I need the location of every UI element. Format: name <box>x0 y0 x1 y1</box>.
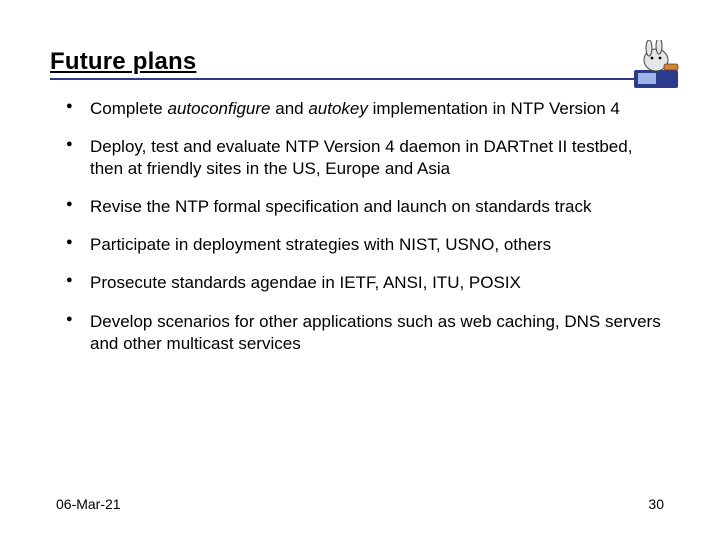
bullet-item: Prosecute standards agendae in IETF, ANS… <box>66 272 670 294</box>
bullet-text: Develop scenarios for other applications… <box>90 312 661 353</box>
title-row: Future plans <box>50 48 670 80</box>
bullet-item: Develop scenarios for other applications… <box>66 311 670 355</box>
bullet-em: autokey <box>308 99 368 118</box>
slide: Future plans Complete autoconfigure and … <box>0 0 720 540</box>
bullet-text: Participate in deployment strategies wit… <box>90 235 551 254</box>
bullet-text: Prosecute standards agendae in IETF, ANS… <box>90 273 521 292</box>
bullet-list: Complete autoconfigure and autokey imple… <box>50 98 670 355</box>
bullet-item: Deploy, test and evaluate NTP Version 4 … <box>66 136 670 180</box>
slide-title: Future plans <box>50 48 196 76</box>
rabbit-logo <box>624 40 688 94</box>
bullet-item: Complete autoconfigure and autokey imple… <box>66 98 670 120</box>
footer: 06-Mar-21 30 <box>56 496 664 512</box>
footer-page: 30 <box>648 496 664 512</box>
bullet-text: implementation in NTP Version 4 <box>368 99 620 118</box>
bullet-em: autoconfigure <box>167 99 270 118</box>
footer-date: 06-Mar-21 <box>56 496 121 512</box>
bullet-item: Participate in deployment strategies wit… <box>66 234 670 256</box>
bullet-text: Complete <box>90 99 167 118</box>
bullet-text: and <box>271 99 309 118</box>
bullet-text: Deploy, test and evaluate NTP Version 4 … <box>90 137 632 178</box>
bullet-text: Revise the NTP formal specification and … <box>90 197 591 216</box>
bullet-item: Revise the NTP formal specification and … <box>66 196 670 218</box>
